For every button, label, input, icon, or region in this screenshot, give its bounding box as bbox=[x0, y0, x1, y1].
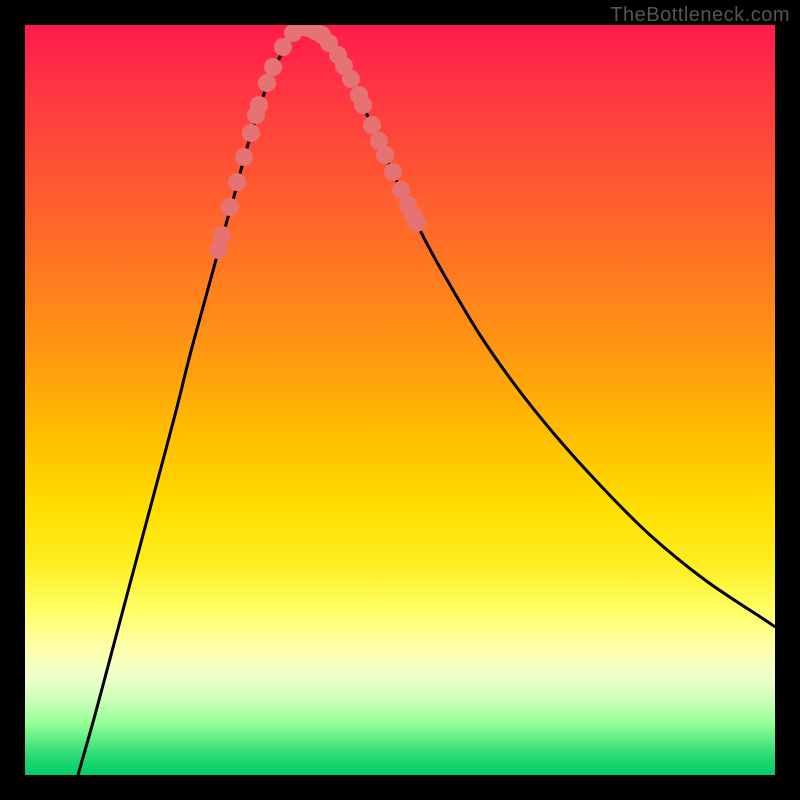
data-point bbox=[363, 116, 381, 134]
dot-group bbox=[209, 25, 426, 259]
chart-container: TheBottleneck.com bbox=[0, 0, 800, 800]
data-point bbox=[258, 74, 276, 92]
data-point bbox=[342, 70, 360, 88]
data-point bbox=[376, 146, 394, 164]
data-point bbox=[213, 226, 231, 244]
data-point bbox=[408, 214, 426, 232]
data-point bbox=[250, 96, 268, 114]
data-point bbox=[264, 58, 282, 76]
curve-group bbox=[78, 27, 775, 775]
data-point bbox=[384, 163, 402, 181]
watermark-text: TheBottleneck.com bbox=[610, 4, 790, 27]
plot-area bbox=[25, 25, 775, 775]
data-point bbox=[242, 124, 260, 142]
data-point bbox=[228, 173, 246, 191]
curve-left-curve bbox=[78, 27, 303, 775]
data-point bbox=[354, 96, 372, 114]
data-point bbox=[221, 198, 239, 216]
data-point bbox=[235, 148, 253, 166]
chart-svg bbox=[25, 25, 775, 775]
